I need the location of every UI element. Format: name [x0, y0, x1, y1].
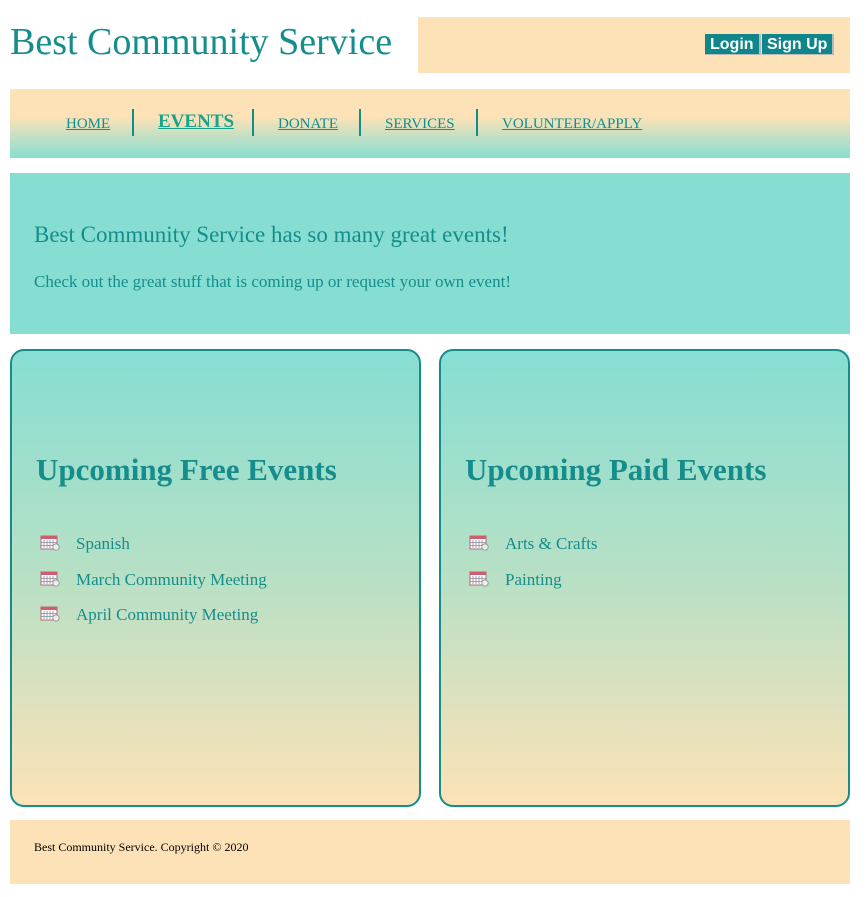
- main-nav: HOME EVENTS DONATE SERVICES VOLUNTEER/AP…: [10, 89, 850, 158]
- event-label: Spanish: [76, 534, 130, 553]
- nav-divider: [476, 109, 478, 136]
- nav-volunteer-apply[interactable]: VOLUNTEER/APPLY: [502, 115, 642, 133]
- nav-events[interactable]: EVENTS: [158, 112, 234, 131]
- calendar-icon: [40, 606, 60, 622]
- calendar-icon: [469, 571, 489, 587]
- nav-donate[interactable]: DONATE: [278, 115, 338, 133]
- calendar-icon: [469, 535, 489, 551]
- nav-divider: [359, 109, 361, 136]
- signup-button[interactable]: Sign Up: [762, 34, 835, 55]
- paid-events-title: Upcoming Paid Events: [465, 452, 767, 487]
- hero-heading: Best Community Service has so many great…: [34, 222, 509, 247]
- event-label: Arts & Crafts: [505, 534, 598, 553]
- event-label: March Community Meeting: [76, 569, 267, 589]
- paid-events-card: Upcoming Paid Events Arts & Crafts Paint…: [439, 349, 850, 807]
- copyright-text: Best Community Service. Copyright © 2020: [34, 840, 249, 854]
- nav-divider: [132, 109, 134, 136]
- login-button[interactable]: Login: [705, 34, 761, 55]
- site-title: Best Community Service: [10, 21, 393, 63]
- calendar-icon: [40, 535, 60, 551]
- event-label: April Community Meeting: [76, 605, 259, 624]
- nav-home[interactable]: HOME: [66, 115, 110, 133]
- auth-bar: Login Sign Up: [418, 17, 850, 73]
- free-events-card: Upcoming Free Events Spanish March Commu…: [10, 349, 421, 807]
- hero-text: Check out the great stuff that is coming…: [34, 272, 511, 291]
- calendar-icon: [40, 571, 60, 587]
- footer: Best Community Service. Copyright © 2020: [10, 820, 850, 884]
- free-events-title: Upcoming Free Events: [36, 452, 337, 487]
- nav-divider: [252, 109, 254, 136]
- hero-banner: Best Community Service has so many great…: [10, 173, 850, 334]
- nav-services[interactable]: SERVICES: [385, 115, 455, 133]
- event-label: Painting: [505, 569, 562, 589]
